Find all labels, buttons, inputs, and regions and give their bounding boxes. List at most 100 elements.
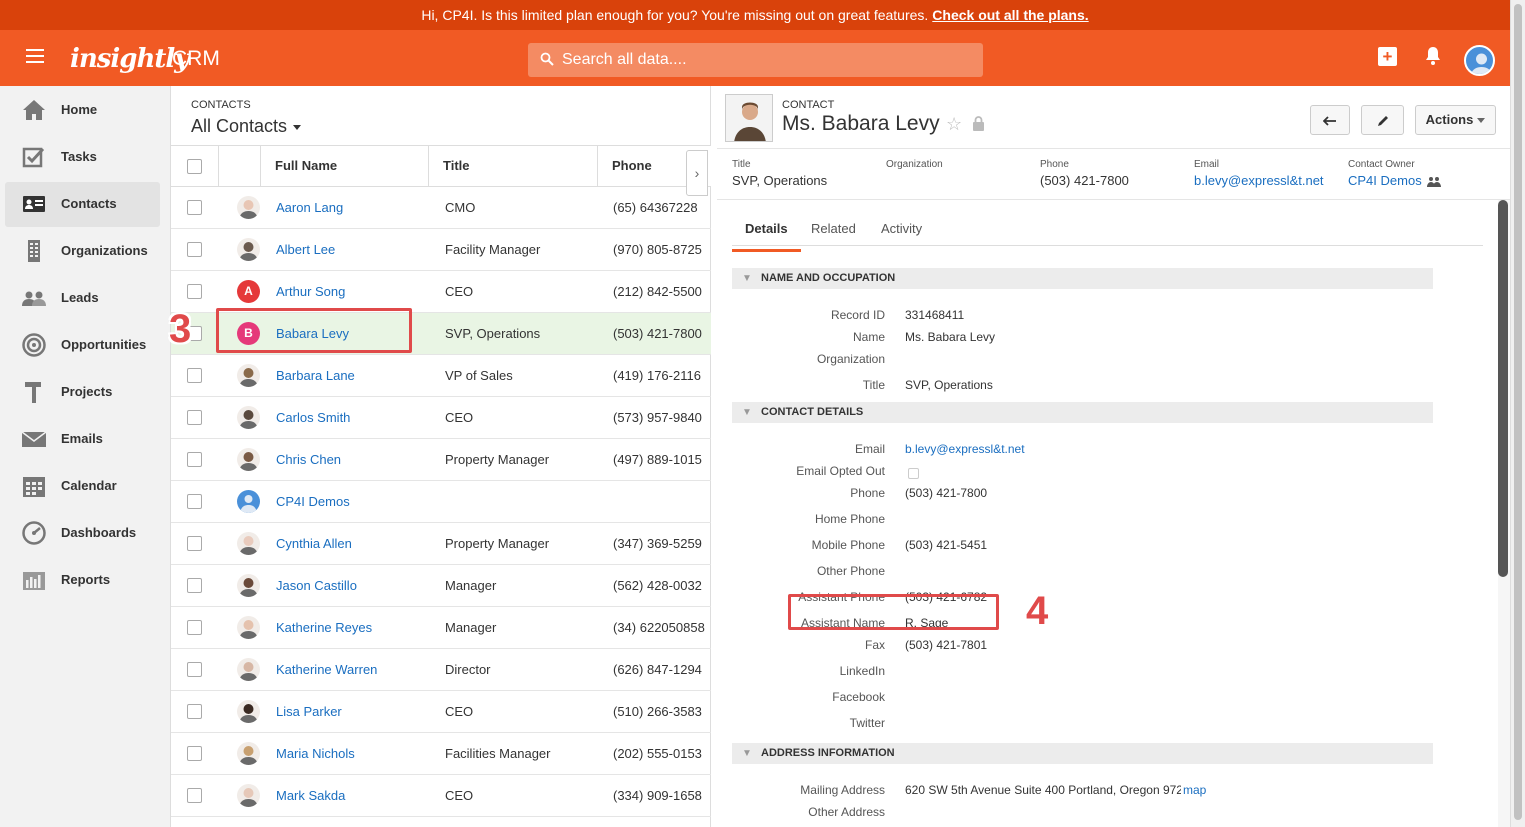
sidebar-item-projects[interactable]: Projects: [5, 370, 160, 415]
contact-name-link[interactable]: Babara Levy: [276, 326, 349, 341]
hamburger-menu-icon[interactable]: [26, 49, 44, 63]
contact-photo[interactable]: [725, 94, 773, 142]
lock-icon[interactable]: [972, 116, 985, 131]
contact-name-link[interactable]: Aaron Lang: [276, 200, 343, 215]
window-scrollbar[interactable]: [1510, 0, 1525, 827]
edit-button[interactable]: [1361, 105, 1404, 135]
notifications-bell-icon[interactable]: [1424, 46, 1442, 66]
sidebar-item-dashboards[interactable]: Dashboards: [5, 511, 160, 556]
table-row[interactable]: Jason Castillo Manager (562) 428-0032: [171, 565, 711, 607]
table-row[interactable]: Katherine Reyes Manager (34) 622050858: [171, 607, 711, 649]
contact-name-link[interactable]: Jason Castillo: [276, 578, 357, 593]
sidebar-item-contacts[interactable]: Contacts: [5, 182, 160, 227]
field-link-email[interactable]: b.levy@expressl&t.net: [905, 442, 1025, 456]
contact-avatar[interactable]: [237, 490, 260, 513]
contact-name-link[interactable]: Cynthia Allen: [276, 536, 352, 551]
table-row[interactable]: CP4I Demos: [171, 481, 711, 523]
map-link[interactable]: map: [1183, 783, 1206, 797]
contact-avatar[interactable]: [237, 406, 260, 429]
contact-avatar[interactable]: A: [237, 280, 260, 303]
contact-avatar[interactable]: [237, 196, 260, 219]
contact-avatar[interactable]: B: [237, 322, 260, 345]
user-avatar[interactable]: [1464, 45, 1495, 76]
contact-name-link[interactable]: Barbara Lane: [276, 368, 355, 383]
table-row[interactable]: A Arthur Song CEO (212) 842-5500: [171, 271, 711, 313]
sidebar-item-emails[interactable]: Emails: [5, 417, 160, 462]
contact-name-link[interactable]: Carlos Smith: [276, 410, 350, 425]
view-selector[interactable]: All Contacts: [191, 116, 302, 137]
row-checkbox[interactable]: [187, 746, 202, 761]
contact-name-link[interactable]: Arthur Song: [276, 284, 345, 299]
contact-owner-link[interactable]: CP4I Demos: [1348, 173, 1422, 188]
email-opted-out-checkbox[interactable]: [908, 468, 919, 479]
table-row[interactable]: Albert Lee Facility Manager (970) 805-8725: [171, 229, 711, 271]
row-checkbox[interactable]: [187, 494, 202, 509]
sidebar-item-organizations[interactable]: Organizations: [5, 229, 160, 274]
collapse-list-button[interactable]: ›: [686, 150, 708, 196]
contact-avatar[interactable]: [237, 742, 260, 765]
row-checkbox[interactable]: [187, 200, 202, 215]
star-icon[interactable]: ☆: [946, 114, 962, 135]
contact-avatar[interactable]: [237, 658, 260, 681]
contact-avatar[interactable]: [237, 574, 260, 597]
table-row[interactable]: Chris Chen Property Manager (497) 889-1015: [171, 439, 711, 481]
row-checkbox[interactable]: [187, 704, 202, 719]
table-row[interactable]: B Babara Levy SVP, Operations (503) 421-780…: [171, 313, 711, 355]
brand-logo[interactable]: insightly: [70, 44, 189, 74]
table-row[interactable]: Maria Nichols Facilities Manager (202) 555…: [171, 733, 711, 775]
detail-scrollbar-thumb[interactable]: [1498, 200, 1508, 577]
contact-avatar[interactable]: [237, 700, 260, 723]
check-plans-link[interactable]: Check out all the plans.: [932, 7, 1088, 23]
row-checkbox[interactable]: [187, 452, 202, 467]
contact-name-link[interactable]: Katherine Warren: [276, 662, 377, 677]
table-row[interactable]: Cynthia Allen Property Manager (347) 369-5…: [171, 523, 711, 565]
section-contact-details[interactable]: ▼ CONTACT DETAILS: [732, 402, 1433, 423]
row-checkbox[interactable]: [187, 284, 202, 299]
contact-avatar[interactable]: [237, 532, 260, 555]
contact-name-link[interactable]: Katherine Reyes: [276, 620, 372, 635]
row-checkbox[interactable]: [187, 242, 202, 257]
row-checkbox[interactable]: [187, 662, 202, 677]
actions-button[interactable]: Actions: [1415, 105, 1496, 135]
contact-avatar[interactable]: [237, 364, 260, 387]
select-all-checkbox[interactable]: [187, 159, 202, 174]
row-checkbox[interactable]: [187, 368, 202, 383]
row-checkbox[interactable]: [187, 788, 202, 803]
row-checkbox[interactable]: [187, 536, 202, 551]
people-icon[interactable]: [1427, 176, 1442, 188]
summary-email-link[interactable]: b.levy@expressl&t.net: [1194, 173, 1324, 188]
column-title[interactable]: Title: [429, 146, 598, 186]
sidebar-item-home[interactable]: Home: [5, 88, 160, 133]
table-row[interactable]: Aaron Lang CMO (65) 64367228: [171, 187, 711, 229]
contact-avatar[interactable]: [237, 238, 260, 261]
back-button[interactable]: [1310, 105, 1350, 135]
contact-name-link[interactable]: Mark Sakda: [276, 788, 345, 803]
row-checkbox[interactable]: [187, 410, 202, 425]
table-row[interactable]: Lisa Parker CEO (510) 266-3583: [171, 691, 711, 733]
contact-name-link[interactable]: Chris Chen: [276, 452, 341, 467]
section-address-information[interactable]: ▼ ADDRESS INFORMATION: [732, 743, 1433, 764]
table-row[interactable]: Carlos Smith CEO (573) 957-9840: [171, 397, 711, 439]
row-checkbox[interactable]: [187, 620, 202, 635]
column-full-name[interactable]: Full Name: [261, 146, 429, 186]
contact-avatar[interactable]: [237, 784, 260, 807]
window-scrollbar-thumb[interactable]: [1514, 4, 1522, 820]
sidebar-item-calendar[interactable]: Calendar: [5, 464, 160, 509]
contact-name-link[interactable]: CP4I Demos: [276, 494, 350, 509]
sidebar-item-reports[interactable]: Reports: [5, 558, 160, 603]
global-search[interactable]: [528, 43, 983, 77]
tab-details[interactable]: Details: [732, 221, 801, 252]
add-new-icon[interactable]: +: [1378, 47, 1397, 66]
table-row[interactable]: Mark Sakda CEO (334) 909-1658: [171, 775, 711, 817]
contact-name-link[interactable]: Lisa Parker: [276, 704, 342, 719]
section-name-occupation[interactable]: ▼ NAME AND OCCUPATION: [732, 268, 1433, 289]
sidebar-item-opportunities[interactable]: Opportunities: [5, 323, 160, 368]
contact-name-link[interactable]: Maria Nichols: [276, 746, 355, 761]
table-row[interactable]: Katherine Warren Director (626) 847-1294: [171, 649, 711, 691]
contact-avatar[interactable]: [237, 616, 260, 639]
contact-avatar[interactable]: [237, 448, 260, 471]
search-input[interactable]: [562, 43, 972, 77]
row-checkbox[interactable]: [187, 578, 202, 593]
table-row[interactable]: Barbara Lane VP of Sales (419) 176-2116: [171, 355, 711, 397]
sidebar-item-leads[interactable]: Leads: [5, 276, 160, 321]
